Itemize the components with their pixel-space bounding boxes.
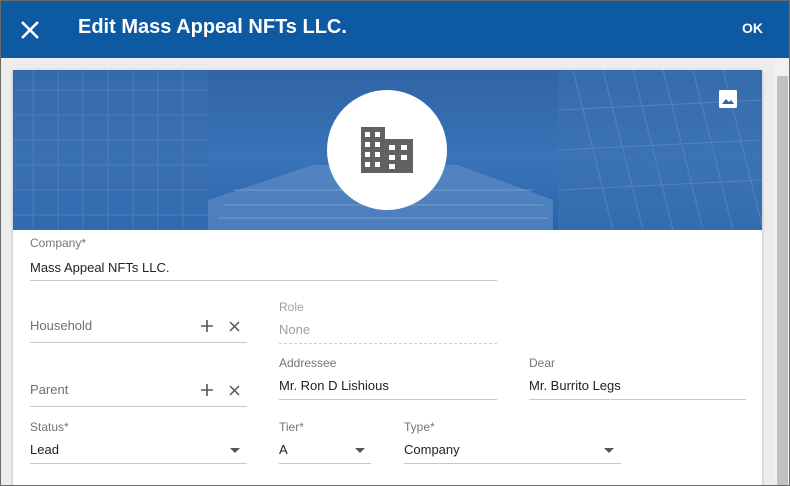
clear-household-button[interactable] [226, 318, 242, 334]
tier-value: A [279, 442, 288, 457]
ok-button[interactable]: OK [742, 20, 763, 36]
plus-icon [201, 320, 213, 332]
addressee-underline [279, 399, 497, 400]
company-underline [30, 280, 497, 281]
chevron-down-icon[interactable] [230, 448, 240, 453]
addressee-value: Mr. Ron D Lishious [279, 378, 389, 393]
edit-dialog: Edit Mass Appeal NFTs LLC. OK Company* M… [0, 0, 790, 486]
status-value: Lead [30, 442, 59, 457]
dialog-title: Edit Mass Appeal NFTs LLC. [78, 16, 347, 38]
role-value: None [279, 322, 311, 337]
building-icon [361, 127, 413, 173]
cover-banner [13, 70, 762, 230]
addressee-field[interactable]: Addressee Mr. Ron D Lishious [279, 356, 497, 402]
close-icon [228, 320, 240, 332]
dear-underline [529, 399, 746, 400]
scrollbar-thumb[interactable] [777, 76, 788, 485]
company-value: Mass Appeal NFTs LLC. [30, 260, 170, 275]
chevron-down-icon[interactable] [604, 448, 614, 453]
role-underline [279, 343, 497, 344]
parent-label: Parent [30, 382, 69, 397]
add-household-button[interactable] [199, 318, 215, 334]
company-avatar[interactable] [327, 90, 447, 210]
close-button[interactable] [15, 15, 45, 45]
parent-field[interactable]: Parent [30, 378, 247, 412]
tier-underline [279, 463, 371, 464]
parent-underline [30, 406, 247, 407]
status-underline [30, 463, 247, 464]
company-card: Company* Mass Appeal NFTs LLC. Household [13, 70, 762, 485]
role-label: Role [279, 300, 304, 314]
dear-label: Dear [529, 356, 556, 370]
change-image-button[interactable] [716, 87, 740, 111]
status-select[interactable]: Status* Lead [30, 420, 247, 466]
household-underline [30, 342, 247, 343]
image-icon [719, 90, 737, 108]
clear-parent-button[interactable] [226, 382, 242, 398]
dear-field[interactable]: Dear Mr. Burrito Legs [529, 356, 746, 402]
type-underline [404, 463, 621, 464]
role-field: Role None [279, 300, 497, 346]
dialog-content: Company* Mass Appeal NFTs LLC. Household [1, 58, 775, 485]
household-label: Household [30, 318, 93, 333]
type-label: Type* [404, 420, 435, 434]
tier-select[interactable]: Tier* A [279, 420, 371, 466]
company-label: Company* [30, 236, 87, 250]
addressee-label: Addressee [279, 356, 337, 370]
close-icon [228, 384, 240, 396]
dialog-header: Edit Mass Appeal NFTs LLC. OK [1, 1, 789, 58]
tier-label: Tier* [279, 420, 304, 434]
close-icon [21, 21, 39, 39]
status-label: Status* [30, 420, 69, 434]
dear-value: Mr. Burrito Legs [529, 378, 621, 393]
add-parent-button[interactable] [199, 382, 215, 398]
vertical-scrollbar[interactable] [775, 58, 789, 485]
company-field[interactable]: Company* Mass Appeal NFTs LLC. [30, 236, 497, 282]
chevron-down-icon[interactable] [355, 448, 365, 453]
type-value: Company [404, 442, 460, 457]
type-select[interactable]: Type* Company [404, 420, 621, 466]
plus-icon [201, 384, 213, 396]
household-field[interactable]: Household [30, 314, 247, 348]
